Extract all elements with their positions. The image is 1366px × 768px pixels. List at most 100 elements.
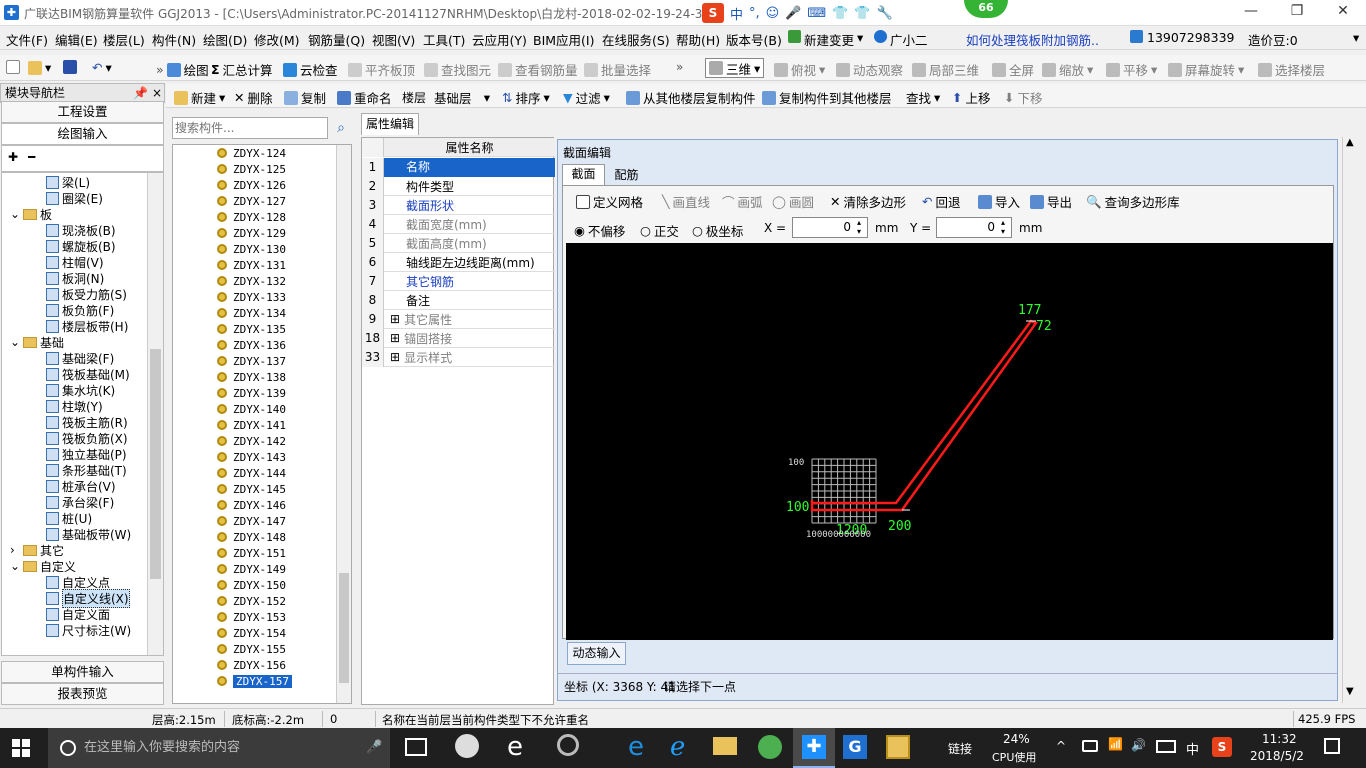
expand-plus-icon[interactable]: ⊞ <box>390 350 400 364</box>
props-tab[interactable]: 属性编辑 <box>361 113 419 135</box>
menu-version[interactable]: 版本号(B) <box>726 30 782 49</box>
property-row[interactable]: 8 备注 <box>362 290 555 310</box>
toolbar-overflow-icon[interactable]: » <box>676 60 683 74</box>
no-offset-radio[interactable]: ◉ 不偏移 <box>574 221 625 240</box>
ime-toolbar[interactable]: S 中 °, ☺ 🎤 ⌨ 👕 👕 🔧 <box>702 3 893 23</box>
property-row[interactable]: 7 其它钢筋 <box>362 271 555 291</box>
select-floor-button[interactable]: 选择楼层 <box>1258 60 1325 79</box>
property-row[interactable]: 4 截面宽度(mm) <box>362 214 555 234</box>
component-list-item[interactable]: ZDYX-142 <box>173 433 286 449</box>
tree-folder[interactable]: › 其它 <box>10 542 64 558</box>
tree-item[interactable]: 板洞(N) <box>46 270 104 286</box>
tree-item[interactable]: 桩承台(V) <box>46 478 116 494</box>
filter-button[interactable]: ▼ 过滤 ▾ <box>563 88 610 107</box>
tree-item[interactable]: 圈梁(E) <box>46 190 103 206</box>
move-up-button[interactable]: ⬆ 上移 <box>952 88 991 107</box>
dynamic-view-button[interactable]: 动态观察 <box>836 60 903 79</box>
ggj-taskbar-button[interactable]: ✚ <box>793 728 835 768</box>
query-polygon-button[interactable]: 🔍 查询多边形库 <box>1086 192 1180 211</box>
import-button[interactable]: 导入 <box>978 192 1020 211</box>
section-polygon[interactable] <box>810 319 1038 512</box>
component-list-item[interactable]: ZDYX-154 <box>173 625 286 641</box>
tray-people-icon[interactable] <box>1082 740 1098 752</box>
define-grid-button[interactable]: 定义网格 <box>576 192 643 211</box>
undo-section-button[interactable]: ↶ 回退 <box>922 192 961 211</box>
clear-polygon-button[interactable]: ✕ 清除多边形 <box>830 192 906 211</box>
main-scrollbar[interactable]: ▲ ▼ <box>1342 137 1360 703</box>
component-list-item[interactable]: ZDYX-132 <box>173 273 286 289</box>
tree-item[interactable]: 基础板带(W) <box>46 526 131 542</box>
task-view-icon[interactable] <box>405 738 427 756</box>
property-row[interactable]: 18 ⊞ 锚固搭接 <box>362 328 555 348</box>
property-row[interactable]: 33 ⊞ 显示样式 <box>362 347 555 367</box>
rename-button[interactable]: 重命名 <box>337 88 392 107</box>
clock-time[interactable]: 11:32 <box>1262 732 1297 746</box>
new-file-icon[interactable] <box>6 60 20 74</box>
component-list-item[interactable]: ZDYX-124 <box>173 145 286 161</box>
component-list-item[interactable]: ZDYX-133 <box>173 289 286 305</box>
tree-item[interactable]: 自定义线(X) <box>46 588 130 608</box>
zoom-button[interactable]: 缩放 ▾ <box>1042 60 1093 79</box>
single-input-button[interactable]: 单构件输入 <box>1 661 164 683</box>
x-spinner-icon[interactable]: ▴ ▾ <box>857 218 861 236</box>
component-list-item[interactable]: ZDYX-141 <box>173 417 286 433</box>
volume-icon[interactable]: 🔊 <box>1131 738 1146 752</box>
guangxiaoer-button[interactable]: 广小二 <box>874 30 928 49</box>
sort-button[interactable]: ⇅ 排序 ▾ <box>502 88 550 107</box>
tree-item[interactable]: 独立基础(P) <box>46 446 127 462</box>
app-g-icon[interactable] <box>557 734 579 756</box>
sum-button[interactable]: Σ 汇总计算 <box>211 60 273 79</box>
menu-online[interactable]: 在线服务(S) <box>602 30 670 49</box>
tab-rebar[interactable]: 配筋 <box>605 166 648 185</box>
tree-item[interactable]: 承台梁(F) <box>46 494 114 510</box>
app-blue-g-icon[interactable]: G <box>843 735 867 759</box>
property-row[interactable]: 1 名称 <box>362 157 555 177</box>
tree-item[interactable]: 尺寸标注(W) <box>46 622 131 638</box>
component-list-item[interactable]: ZDYX-147 <box>173 513 286 529</box>
nav-tree-scroll-thumb[interactable] <box>150 349 161 579</box>
menu-file[interactable]: 文件(F) <box>6 30 48 49</box>
section-canvas[interactable]: 177 72 100 1200 200 100 100000000000 <box>566 243 1333 640</box>
tray-expand-icon[interactable]: ^ <box>1056 739 1066 753</box>
tree-item[interactable]: 楼层板带(H) <box>46 318 128 334</box>
ime-skin2-icon[interactable]: 👕 <box>854 6 870 21</box>
view-rebar-button[interactable]: 查看钢筋量 <box>498 60 578 79</box>
property-row[interactable]: 6 轴线距左边线距离(mm) <box>362 252 555 272</box>
open-file-icon[interactable]: ▾ <box>28 60 51 75</box>
ime-skin-icon[interactable]: 👕 <box>832 6 848 21</box>
tree-item[interactable]: 条形基础(T) <box>46 462 127 478</box>
lang-indicator[interactable]: 中 <box>1186 739 1199 758</box>
component-list-item[interactable]: ZDYX-125 <box>173 161 286 177</box>
component-list-item[interactable]: ZDYX-144 <box>173 465 286 481</box>
ime-tools-icon[interactable]: 🔧 <box>877 6 893 21</box>
ortho-radio[interactable]: ○ 正交 <box>640 221 679 240</box>
component-list-item[interactable]: ZDYX-136 <box>173 337 286 353</box>
delete-button[interactable]: ✕ 删除 <box>234 88 273 107</box>
report-button[interactable]: 报表预览 <box>1 683 164 705</box>
ime-voice-icon[interactable]: 🎤 <box>785 6 801 21</box>
copy-from-floor-button[interactable]: 从其他楼层复制构件 <box>626 88 756 107</box>
component-list-item[interactable]: ZDYX-139 <box>173 385 286 401</box>
more-menu-icon[interactable]: ▾ <box>1353 30 1359 45</box>
menu-rebar-qty[interactable]: 钢筋量(Q) <box>308 30 365 49</box>
tree-item[interactable]: 梁(L) <box>46 174 90 190</box>
ime-chinese[interactable]: 中 <box>730 4 743 23</box>
menu-draw[interactable]: 绘图(D) <box>203 30 247 49</box>
component-list-item[interactable]: ZDYX-127 <box>173 193 286 209</box>
component-list-item[interactable]: ZDYX-157 <box>173 673 292 689</box>
chevron-down-icon[interactable]: ⌄ <box>10 207 20 221</box>
component-list-item[interactable]: ZDYX-148 <box>173 529 286 545</box>
view-mode-select[interactable]: 三维 ▾ <box>705 58 765 78</box>
price-bean[interactable]: 造价豆:0 <box>1248 30 1298 49</box>
local-3d-button[interactable]: 局部三维 <box>912 60 979 79</box>
tree-item[interactable]: 桩(U) <box>46 510 92 526</box>
top-view-button[interactable]: 俯视 ▾ <box>774 60 825 79</box>
tree-folder[interactable]: ⌄ 板 <box>10 206 52 222</box>
tree-item[interactable]: 自定义面 <box>46 606 110 622</box>
polar-radio[interactable]: ○ 极坐标 <box>692 221 743 240</box>
component-list-item[interactable]: ZDYX-152 <box>173 593 286 609</box>
pin-icon[interactable]: 📌 <box>133 84 148 102</box>
ime-emoji-icon[interactable]: ☺ <box>766 6 780 21</box>
component-list-item[interactable]: ZDYX-131 <box>173 257 286 273</box>
microphone-icon[interactable]: 🎤 <box>366 728 382 768</box>
